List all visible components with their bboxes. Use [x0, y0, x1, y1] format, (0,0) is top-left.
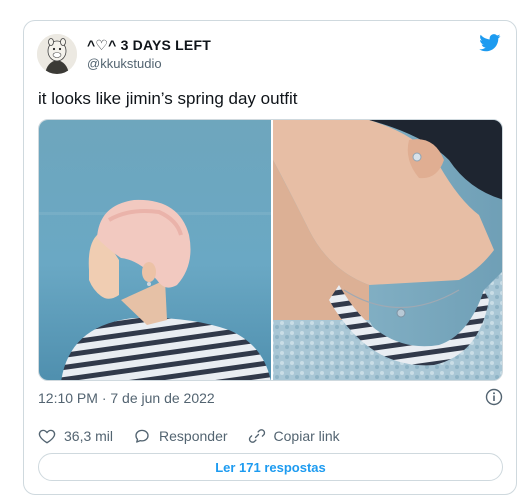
twitter-bird-icon[interactable]	[479, 34, 501, 52]
tweet-timestamp[interactable]: 12:10 PM · 7 de jun de 2022	[38, 390, 215, 406]
display-name[interactable]: ^♡^ 3 DAYS LEFT	[87, 37, 211, 54]
left-photo[interactable]	[39, 120, 271, 381]
cropped-header-above	[0, 0, 527, 14]
reply-button[interactable]: Responder	[133, 427, 228, 445]
link-icon	[248, 429, 265, 443]
read-replies-button[interactable]: Ler 171 respostas	[38, 453, 503, 481]
embedded-tweet-card[interactable]: ^♡^ 3 DAYS LEFT @kkukstudio it looks lik…	[23, 20, 517, 495]
reply-label: Responder	[159, 428, 228, 444]
copy-link-label: Copiar link	[273, 428, 340, 444]
right-photo[interactable]	[273, 120, 503, 381]
copy-link-button[interactable]: Copiar link	[248, 427, 340, 445]
info-icon[interactable]	[485, 388, 503, 406]
tweet-media[interactable]	[38, 119, 503, 381]
handle[interactable]: @kkukstudio	[87, 56, 162, 71]
tweet-actions: 36,3 mil Responder Copiar link	[38, 426, 360, 446]
tweet-text: it looks like jimin’s spring day outfit	[38, 89, 298, 108]
heart-icon	[38, 429, 56, 444]
like-count: 36,3 mil	[64, 428, 114, 444]
speech-bubble-icon	[135, 429, 149, 443]
like-button[interactable]: 36,3 mil	[38, 427, 113, 445]
avatar[interactable]	[37, 34, 77, 74]
